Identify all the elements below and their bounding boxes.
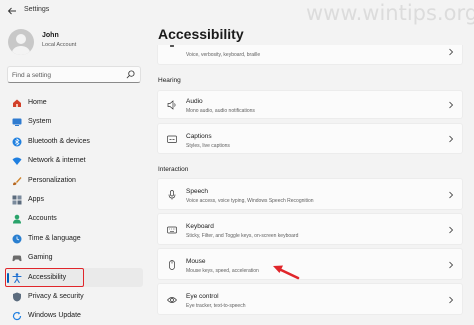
keyboard-card[interactable]: Keyboard Sticky, Filter, and Toggle keys… <box>157 213 463 245</box>
eye-control-card[interactable]: Eye control Eye tracker, text-to-speech <box>157 283 463 315</box>
sidebar-item-label: Privacy & security <box>28 292 84 300</box>
annotation-arrow-icon <box>273 265 300 280</box>
sidebar-item-label: Apps <box>28 195 44 203</box>
chevron-right-icon <box>449 226 454 234</box>
windows-update-icon <box>12 312 22 321</box>
search-box[interactable] <box>7 66 141 83</box>
speaker-icon <box>167 100 176 110</box>
speech-card[interactable]: Speech Voice access, voice typing, Windo… <box>157 178 463 210</box>
card-title: Speech <box>186 188 209 195</box>
card-subtitle: Voice, verbosity, keyboard, braille <box>186 52 261 58</box>
narrator-icon <box>170 45 174 47</box>
home-icon <box>13 99 21 107</box>
card-title: Keyboard <box>186 223 214 230</box>
sidebar-item-label: Home <box>28 99 47 106</box>
bluetooth-icon <box>12 137 22 147</box>
sidebar-item-apps[interactable]: Apps <box>7 190 143 209</box>
captions-card[interactable]: Captions Styles, live captions <box>157 123 463 154</box>
keyboard-icon <box>167 226 177 234</box>
sidebar-item-label: Accounts <box>28 215 57 223</box>
account-type: Local Account <box>42 42 77 48</box>
window-title: Settings <box>24 6 50 13</box>
card-title: Eye control <box>186 293 219 300</box>
sidebar-item-windows-update[interactable]: Windows Update <box>7 306 143 325</box>
avatar <box>8 29 34 55</box>
mouse-icon <box>169 260 175 270</box>
sidebar-item-system[interactable]: System <box>7 112 143 131</box>
search-icon <box>126 70 135 79</box>
privacy-shield-icon <box>13 292 21 302</box>
card-title: Mouse <box>186 258 206 265</box>
eye-control-icon <box>167 297 177 303</box>
sidebar-item-label: Personalization <box>28 176 76 184</box>
card-subtitle: Mono audio, audio notifications <box>186 108 255 114</box>
card-title: Captions <box>186 133 212 140</box>
network-icon <box>12 157 22 166</box>
audio-card[interactable]: Audio Mono audio, audio notifications <box>157 90 463 119</box>
card-subtitle: Styles, live captions <box>186 143 230 149</box>
sidebar-item-personalization[interactable]: Personalization <box>7 171 143 190</box>
sidebar-item-accounts[interactable]: Accounts <box>7 209 143 228</box>
sidebar-item-label: Gaming <box>28 254 53 262</box>
sidebar-item-label: Network & internet <box>28 157 86 165</box>
sidebar-item-label: System <box>28 118 52 126</box>
sidebar-item-time-language[interactable]: Time & language <box>7 229 143 248</box>
personalization-icon <box>13 176 22 185</box>
highlight-box <box>5 268 84 287</box>
back-arrow-icon[interactable] <box>7 6 17 16</box>
card-subtitle: Sticky, Filter, and Toggle keys, on-scre… <box>186 233 299 239</box>
chevron-right-icon <box>449 101 454 109</box>
search-input[interactable] <box>12 69 122 81</box>
chevron-right-icon <box>449 48 454 56</box>
sidebar-nav: Home System Bluetooth & devices Network … <box>7 93 143 325</box>
gaming-icon <box>12 255 22 262</box>
card-subtitle: Voice access, voice typing, Windows Spee… <box>186 198 314 204</box>
card-subtitle: Eye tracker, text-to-speech <box>186 303 246 309</box>
system-icon <box>12 118 22 127</box>
sidebar-item-bluetooth[interactable]: Bluetooth & devices <box>7 132 143 151</box>
card-subtitle: Mouse keys, speed, acceleration <box>186 268 259 274</box>
sidebar-item-label: Bluetooth & devices <box>28 137 90 145</box>
section-heading-interaction: Interaction <box>158 166 189 173</box>
chevron-right-icon <box>449 296 454 304</box>
time-language-icon <box>12 234 22 244</box>
sidebar-item-label: Time & language <box>28 234 81 242</box>
section-heading-hearing: Hearing <box>158 77 181 84</box>
microphone-icon <box>168 190 176 200</box>
chevron-right-icon <box>449 135 454 143</box>
captions-icon <box>167 135 177 143</box>
narrator-card[interactable]: Voice, verbosity, keyboard, braille <box>157 45 463 65</box>
sidebar-item-gaming[interactable]: Gaming <box>7 248 143 267</box>
sidebar-item-network[interactable]: Network & internet <box>7 151 143 170</box>
accounts-icon <box>13 215 21 224</box>
chevron-right-icon <box>449 261 454 269</box>
sidebar-item-home[interactable]: Home <box>7 93 143 112</box>
user-name: John <box>42 32 59 39</box>
page-title: Accessibility <box>158 26 244 42</box>
card-title: Audio <box>186 98 203 105</box>
sidebar-item-privacy-security[interactable]: Privacy & security <box>7 287 143 306</box>
mouse-card[interactable]: Mouse Mouse keys, speed, acceleration <box>157 248 463 280</box>
apps-icon <box>12 195 22 205</box>
sidebar-item-label: Windows Update <box>28 312 81 320</box>
chevron-right-icon <box>449 191 454 199</box>
watermark: www.wintips.org <box>306 1 474 25</box>
